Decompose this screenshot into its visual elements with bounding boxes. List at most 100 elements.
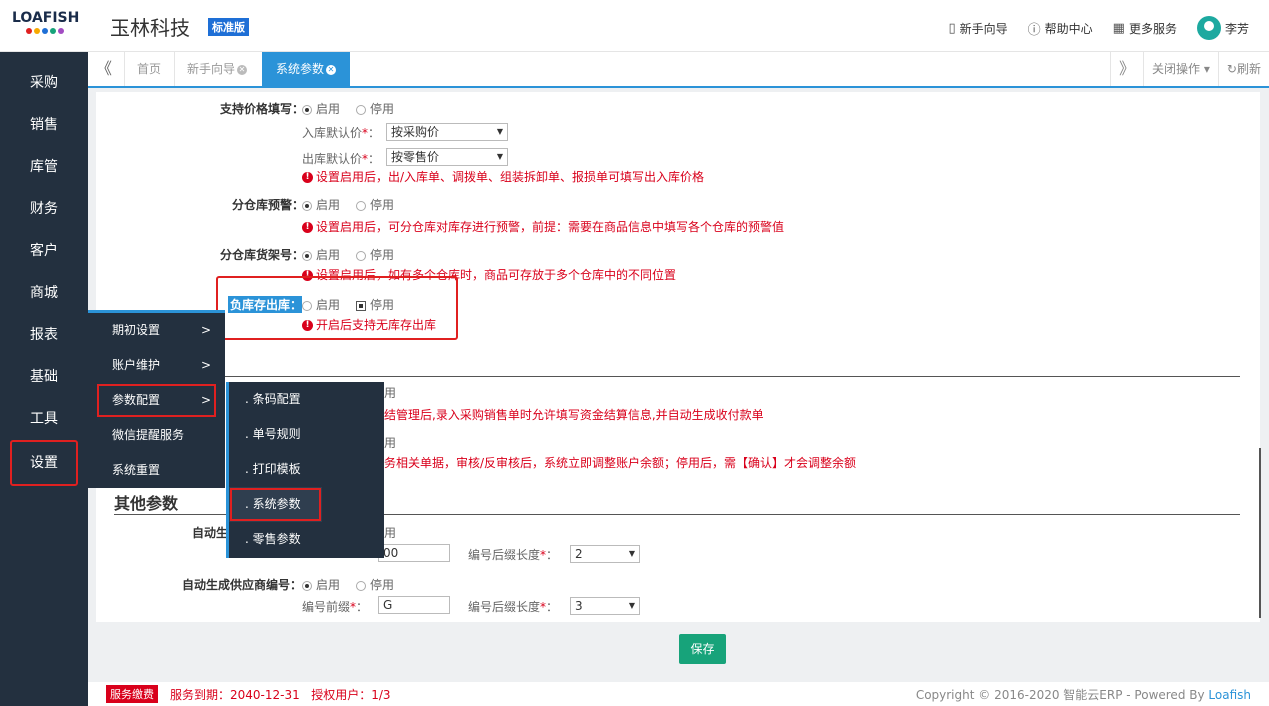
- close-icon[interactable]: ✕: [237, 64, 248, 75]
- warehouse-warning-enable-radio[interactable]: 启用: [302, 196, 340, 213]
- price-fill-note: ! 设置启用后，出/入库单、调拨单、组装拆卸单、报损单可填写出入库价格: [302, 168, 704, 185]
- radio-unchecked-icon: [356, 200, 366, 211]
- company-name: 玉林科技: [110, 16, 190, 40]
- top-links: ▯ 新手向导 ⓘ 帮助中心 ▦ 更多服务 李芳: [948, 16, 1249, 40]
- submenu-item-retail-params[interactable]: . 零售参数: [229, 522, 384, 557]
- chevron-right-icon: >: [200, 393, 211, 407]
- tab-home[interactable]: 首页: [124, 52, 161, 86]
- warehouse-shelf-enable-radio[interactable]: 启用: [302, 246, 340, 263]
- warning-icon: !: [302, 222, 313, 233]
- logo[interactable]: LOAFISH: [12, 10, 82, 42]
- logo-text: LOAFISH: [12, 10, 80, 26]
- save-button[interactable]: 保存: [679, 634, 726, 664]
- auto-supplier-enable-radio[interactable]: 启用: [302, 576, 340, 593]
- tab-guide[interactable]: 新手向导 ✕: [174, 52, 248, 86]
- menu-item-label: 期初设置: [112, 323, 161, 337]
- radio-checked-icon: [302, 580, 312, 591]
- auto-supplier-suffix-select[interactable]: 3: [570, 597, 640, 615]
- guide-link[interactable]: ▯ 新手向导: [948, 20, 1007, 37]
- collapse-tabs-button[interactable]: 《: [96, 52, 112, 86]
- auto-supplier-enable-label: 启用: [316, 578, 341, 592]
- price-fill-disable-radio[interactable]: 停用: [356, 100, 394, 117]
- tab-guide-label: 新手向导: [187, 62, 236, 76]
- tab-home-label: 首页: [137, 62, 162, 76]
- required-mark: *: [362, 126, 369, 140]
- menu-item-system-reset[interactable]: 系统重置: [88, 453, 225, 488]
- sidebar-item-purchase[interactable]: 采购: [0, 62, 88, 104]
- warehouse-shelf-enable-label: 启用: [316, 248, 341, 262]
- more-services-link[interactable]: ▦ 更多服务: [1113, 20, 1177, 37]
- required-mark: *: [350, 600, 357, 614]
- brand-link[interactable]: Loafish: [1208, 688, 1251, 702]
- service-fee-button[interactable]: 服务缴费: [106, 685, 158, 703]
- highlight-box-negative-stock: [216, 276, 458, 340]
- auto-customer-prefix-input[interactable]: 00: [378, 544, 450, 562]
- help-center-link[interactable]: ⓘ 帮助中心: [1028, 19, 1093, 38]
- sidebar-item-mall[interactable]: 商城: [0, 272, 88, 314]
- copyright: Copyright © 2016-2020 智能云ERP - Powered B…: [916, 686, 1251, 703]
- out-default-price-select[interactable]: 按零售价: [386, 148, 508, 166]
- warehouse-warning-label: 分仓库预警：: [231, 198, 304, 212]
- more-services-label: 更多服务: [1128, 21, 1177, 36]
- menu-item-label: 系统重置: [112, 463, 161, 477]
- in-default-price-select[interactable]: 按采购价: [386, 123, 508, 141]
- auto-customer-suffix-select[interactable]: 2: [570, 545, 640, 563]
- warehouse-shelf-disable-radio[interactable]: 停用: [356, 246, 394, 263]
- close-icon[interactable]: ✕: [326, 64, 337, 75]
- menu-item-wechat-reminder[interactable]: 微信提醒服务: [88, 418, 225, 453]
- param-config-submenu: . 条码配置 . 单号规则 . 打印模板 . 系统参数 . 零售参数: [226, 382, 384, 558]
- sidebar-item-reports[interactable]: 报表: [0, 314, 88, 356]
- refresh-button[interactable]: ↻刷新: [1217, 52, 1269, 86]
- sidebar-item-sales[interactable]: 销售: [0, 104, 88, 146]
- submenu-item-number-rules[interactable]: . 单号规则: [229, 417, 384, 452]
- sidebar-item-settings[interactable]: 设置: [10, 440, 78, 486]
- warehouse-shelf-label: 分仓库货架号：: [219, 248, 304, 262]
- in-default-price-label: 入库默认价: [302, 126, 363, 140]
- warehouse-warning-disable-radio[interactable]: 停用: [356, 196, 394, 213]
- scrollbar[interactable]: [1259, 448, 1261, 618]
- submenu-item-system-params[interactable]: . 系统参数: [229, 487, 322, 522]
- close-ops-dropdown[interactable]: 关闭操作 ▾: [1143, 52, 1218, 86]
- user-menu[interactable]: 李芳: [1196, 16, 1249, 40]
- suffix-len-label: 编号后缀长度: [468, 600, 541, 614]
- chevron-right-icon: >: [200, 358, 211, 372]
- hidden-row2-note: 务相关单据，审核/反审核后，系统立即调整账户余额；停用后，需【确认】才会调整余额: [384, 456, 857, 470]
- copyright-text: Copyright © 2016-2020 智能云ERP - Powered B…: [915, 688, 1209, 702]
- warehouse-warning-enable-label: 启用: [316, 198, 341, 212]
- required-mark: *: [540, 600, 547, 614]
- in-default-price-row: 入库默认价*：: [302, 126, 381, 140]
- auto-customer-suffix-label-row: 编号后缀长度*：: [468, 548, 559, 562]
- guide-icon: ▯: [948, 20, 956, 36]
- radio-unchecked-icon: [356, 104, 366, 115]
- hidden-row1-note: 结管理后,录入采购销售单时允许填写资金结算信息,并自动生成收付款单: [384, 408, 764, 422]
- submenu-item-print-template[interactable]: . 打印模板: [229, 452, 384, 487]
- price-fill-enable-radio[interactable]: 启用: [302, 100, 340, 117]
- warehouse-warning-note: ! 设置启用后，可分仓库对库存进行预警，前提：需要在商品信息中填写各个仓库的预警值: [302, 218, 784, 235]
- refresh-icon: ↻: [1226, 62, 1237, 76]
- close-ops-label: 关闭操作: [1152, 62, 1201, 76]
- auto-supplier-prefix-input[interactable]: G: [378, 596, 450, 614]
- expand-tabs-button[interactable]: 》: [1110, 52, 1143, 86]
- sidebar-item-tools[interactable]: 工具: [0, 398, 88, 440]
- radio-unchecked-icon: [356, 250, 366, 261]
- submenu-item-barcode-config[interactable]: . 条码配置: [229, 382, 384, 417]
- price-fill-enable-label: 启用: [316, 102, 341, 116]
- menu-item-account-maintenance[interactable]: 账户维护 >: [88, 348, 225, 383]
- price-fill-label: 支持价格填写：: [219, 102, 304, 116]
- menu-item-param-config[interactable]: 参数配置 >: [96, 383, 217, 418]
- price-fill-note-text: 设置启用后，出/入库单、调拨单、组装拆卸单、报损单可填写出入库价格: [316, 170, 705, 184]
- auto-supplier-disable-radio[interactable]: 停用: [356, 576, 394, 593]
- license-users: 授权用户：1/3: [311, 688, 391, 702]
- top-header: LOAFISH 玉林科技 标准版 ▯ 新手向导 ⓘ 帮助中心 ▦ 更多服务 李芳: [0, 0, 1269, 52]
- warehouse-warning-disable-label: 停用: [370, 198, 395, 212]
- tab-system-params[interactable]: 系统参数 ✕: [262, 52, 351, 86]
- sidebar-item-basics[interactable]: 基础: [0, 356, 88, 398]
- out-default-price-label: 出库默认价: [302, 152, 363, 166]
- price-fill-disable-label: 停用: [370, 102, 395, 116]
- guide-link-label: 新手向导: [959, 21, 1008, 36]
- sidebar-item-inventory[interactable]: 库管: [0, 146, 88, 188]
- sidebar-item-finance[interactable]: 财务: [0, 188, 88, 230]
- menu-item-opening-setup[interactable]: 期初设置 >: [88, 313, 225, 348]
- sidebar-item-customer[interactable]: 客户: [0, 230, 88, 272]
- service-info: 服务到期：2040-12-31 授权用户：1/3: [170, 686, 391, 703]
